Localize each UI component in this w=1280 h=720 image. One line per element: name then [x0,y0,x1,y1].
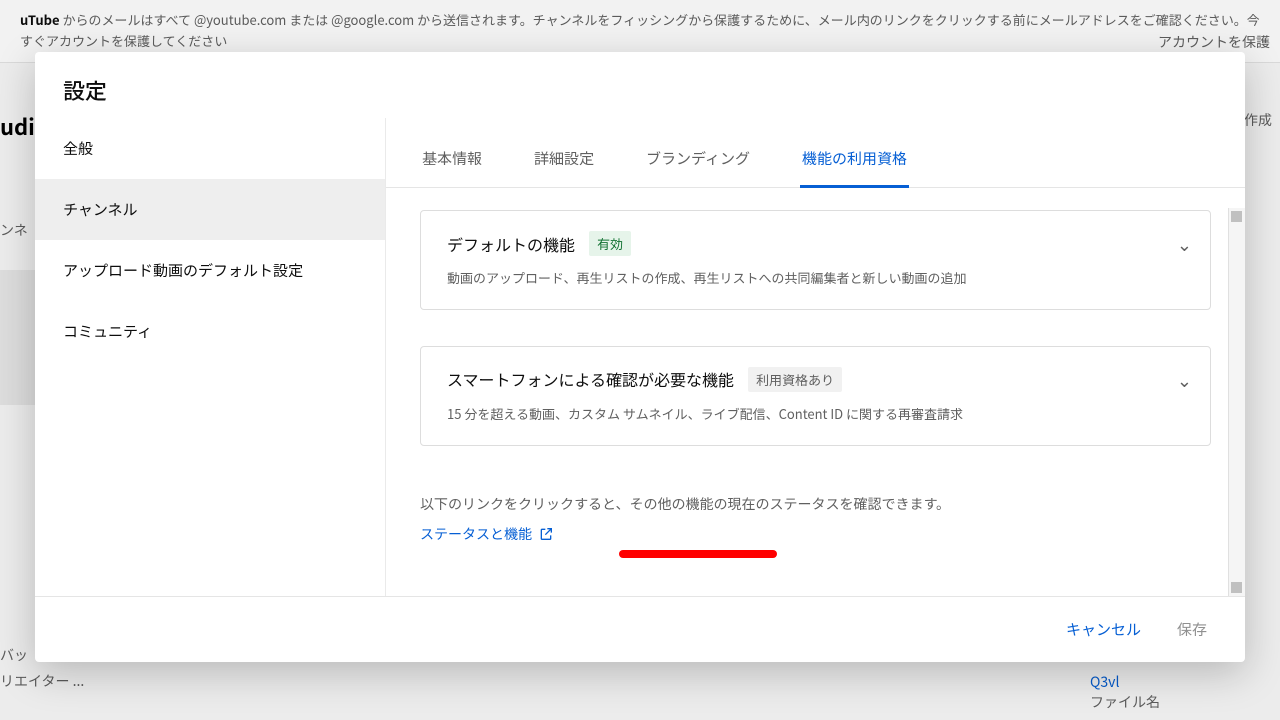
external-link-icon [538,526,554,542]
eligibility-content: デフォルトの機能 有効 動画のアップロード、再生リストの作成、再生リストへの共同… [386,188,1245,492]
channel-tabs: 基本情報 詳細設定 ブランディング 機能の利用資格 [386,118,1245,188]
scroll-arrow-up-icon[interactable] [1231,211,1242,222]
status-footnote: 以下のリンクをクリックすると、その他の機能の現在のステータスを確認できます。 [420,494,1211,514]
card-header: デフォルトの機能 有効 [447,231,1184,256]
status-badge-eligible: 利用資格あり [748,367,842,392]
modal-footer: キャンセル 保存 [35,596,1245,662]
card-description: 動画のアップロード、再生リストの作成、再生リストへの共同編集者と新しい動画の追加 [447,268,1184,289]
tab-branding[interactable]: ブランディング [644,138,752,187]
modal-body: 全般 チャンネル アップロード動画のデフォルト設定 コミュニティ 基本情報 詳細… [35,118,1245,596]
card-title: スマートフォンによる確認が必要な機能 [447,367,734,391]
settings-pane: 基本情報 詳細設定 ブランディング 機能の利用資格 デフォルトの機能 有効 動画… [385,118,1245,596]
sidebar-item-upload-defaults[interactable]: アップロード動画のデフォルト設定 [35,240,385,301]
scroll-arrow-down-icon[interactable] [1231,582,1242,593]
tab-advanced[interactable]: 詳細設定 [532,138,596,187]
card-title: デフォルトの機能 [447,232,575,256]
chevron-down-icon[interactable]: ⌄ [1177,231,1192,257]
status-badge-enabled: 有効 [589,231,631,256]
card-description: 15 分を超える動画、カスタム サムネイル、ライブ配信、Content ID に… [447,404,1184,425]
modal-title: 設定 [63,74,1217,106]
settings-sidebar: 全般 チャンネル アップロード動画のデフォルト設定 コミュニティ [35,118,385,596]
sidebar-item-general[interactable]: 全般 [35,118,385,179]
settings-modal: 設定 全般 チャンネル アップロード動画のデフォルト設定 コミュニティ 基本情報… [35,52,1245,662]
status-and-features-link[interactable]: ステータスと機能 [420,524,1211,544]
cancel-button[interactable]: キャンセル [1062,613,1145,646]
save-button[interactable]: 保存 [1173,613,1211,646]
tab-feature-eligibility[interactable]: 機能の利用資格 [800,138,909,188]
feature-card-phone-verify[interactable]: スマートフォンによる確認が必要な機能 利用資格あり 15 分を超える動画、カスタ… [420,346,1211,446]
chevron-down-icon[interactable]: ⌄ [1177,367,1192,393]
feature-card-default[interactable]: デフォルトの機能 有効 動画のアップロード、再生リストの作成、再生リストへの共同… [420,210,1211,310]
card-header: スマートフォンによる確認が必要な機能 利用資格あり [447,367,1184,392]
modal-header: 設定 [35,52,1245,118]
sidebar-item-channel[interactable]: チャンネル [35,179,385,240]
link-label: ステータスと機能 [420,524,532,544]
tab-basic-info[interactable]: 基本情報 [420,138,484,187]
sidebar-item-community[interactable]: コミュニティ [35,301,385,362]
